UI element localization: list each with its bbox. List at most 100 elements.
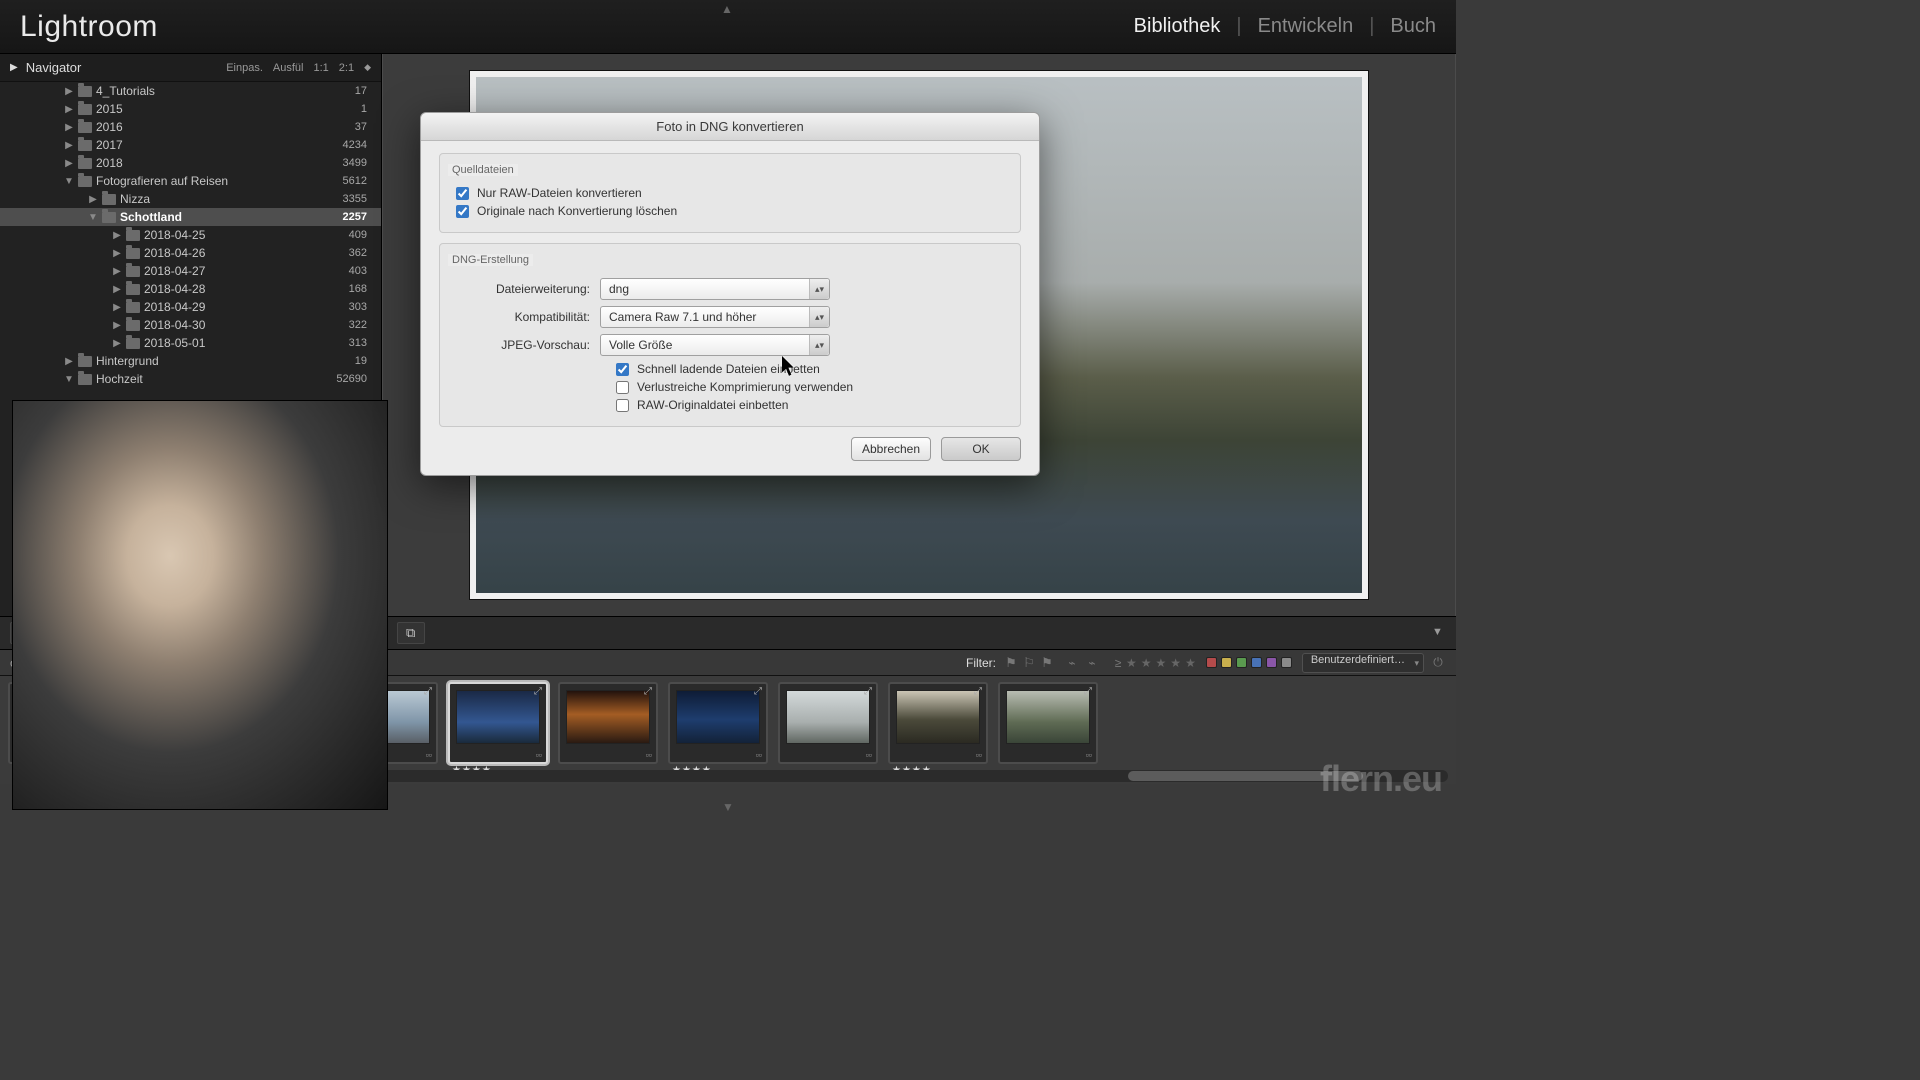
folder-row[interactable]: 20174234 — [0, 136, 381, 154]
nav-1to1[interactable]: 1:1 — [313, 62, 328, 74]
delete-originals-checkbox-row[interactable]: Originale nach Konvertierung löschen — [456, 204, 1010, 218]
folder-tree[interactable]: 4_Tutorials17201512016372017423420183499… — [0, 82, 381, 388]
module-library[interactable]: Bibliothek — [1134, 15, 1221, 38]
file-extension-select[interactable]: dng ▴▾ — [600, 278, 830, 300]
filmstrip-thumbnail[interactable]: ⤢▫▫ — [998, 682, 1098, 764]
filter-color-label[interactable] — [1206, 657, 1217, 668]
filter-color-label[interactable] — [1266, 657, 1277, 668]
filmstrip-thumbnail[interactable]: ⤢▫▫★★★★ — [448, 682, 548, 764]
filter-color-label[interactable] — [1221, 657, 1232, 668]
disclosure-triangle-icon[interactable] — [64, 374, 74, 385]
disclosure-triangle-icon[interactable] — [112, 338, 122, 349]
filter-flag-rejected[interactable]: ⚑ — [1040, 656, 1054, 670]
filter-switch-2[interactable]: ⌁ — [1084, 656, 1100, 670]
fast-load-checkbox[interactable] — [616, 363, 629, 376]
filter-flag-unflagged[interactable]: ⚐ — [1022, 656, 1036, 670]
embed-raw-label: RAW-Originaldatei einbetten — [637, 398, 788, 412]
fast-load-checkbox-row[interactable]: Schnell ladende Dateien einbetten — [616, 362, 1010, 376]
folder-row[interactable]: 4_Tutorials17 — [0, 82, 381, 100]
filmstrip-thumbnail[interactable]: ⤢▫▫ — [558, 682, 658, 764]
folder-row[interactable]: 201637 — [0, 118, 381, 136]
filter-star-5[interactable]: ★ — [1185, 656, 1196, 670]
filmstrip-thumbnail[interactable]: ⤢▫▫★★★★ — [668, 682, 768, 764]
embed-raw-checkbox[interactable] — [616, 399, 629, 412]
disclosure-triangle-icon[interactable] — [64, 158, 74, 169]
file-extension-value: dng — [609, 282, 629, 296]
filter-rating-op[interactable]: ≥ — [1110, 656, 1126, 670]
toolbar-disclosure-icon[interactable]: ▼ — [1432, 626, 1446, 640]
disclosure-triangle-icon[interactable] — [112, 248, 122, 259]
filmstrip-thumbnail[interactable]: ⤢▫▫ — [778, 682, 878, 764]
disclosure-triangle-icon[interactable] — [64, 122, 74, 133]
only-raw-checkbox[interactable] — [456, 187, 469, 200]
delete-originals-checkbox[interactable] — [456, 205, 469, 218]
fast-load-label: Schnell ladende Dateien einbetten — [637, 362, 820, 376]
disclosure-triangle-icon[interactable] — [112, 284, 122, 295]
filter-flags: ⚑ ⚐ ⚑ — [1004, 656, 1054, 670]
only-raw-checkbox-row[interactable]: Nur RAW-Dateien konvertieren — [456, 186, 1010, 200]
folder-row[interactable]: Fotografieren auf Reisen5612 — [0, 172, 381, 190]
folder-row[interactable]: 2018-04-26362 — [0, 244, 381, 262]
filter-switch-1[interactable]: ⌁ — [1064, 656, 1080, 670]
filter-star-1[interactable]: ★ — [1126, 656, 1137, 670]
collapse-bottom-icon[interactable]: ▼ — [722, 800, 734, 814]
navigator-header[interactable]: ▶ Navigator Einpas. Ausfül 1:1 2:1 ◆ — [0, 54, 381, 82]
updown-icon: ▴▾ — [809, 307, 829, 327]
folder-row[interactable]: Nizza3355 — [0, 190, 381, 208]
filter-color-label[interactable] — [1281, 657, 1292, 668]
filter-flag-picked[interactable]: ⚑ — [1004, 656, 1018, 670]
folder-row[interactable]: 2018-04-28168 — [0, 280, 381, 298]
nav-zoom-caret-icon[interactable]: ◆ — [364, 62, 371, 73]
folder-row[interactable]: 2018-04-25409 — [0, 226, 381, 244]
disclosure-triangle-icon[interactable] — [88, 212, 98, 223]
module-book[interactable]: Buch — [1390, 15, 1436, 38]
folder-icon — [78, 122, 92, 133]
ok-button[interactable]: OK — [941, 437, 1021, 461]
cancel-button[interactable]: Abbrechen — [851, 437, 931, 461]
disclosure-triangle-icon[interactable] — [64, 104, 74, 115]
filter-star-2[interactable]: ★ — [1141, 656, 1152, 670]
nav-fit[interactable]: Einpas. — [226, 62, 263, 74]
filter-lock-button[interactable]: ⏻ — [1430, 656, 1446, 670]
folder-row[interactable]: 20151 — [0, 100, 381, 118]
disclosure-triangle-icon[interactable] — [88, 194, 98, 205]
lossy-checkbox[interactable] — [616, 381, 629, 394]
disclosure-triangle-icon[interactable] — [64, 356, 74, 367]
folder-row[interactable]: Hintergrund19 — [0, 352, 381, 370]
navigator-disclosure-icon[interactable]: ▶ — [10, 62, 18, 73]
jpeg-preview-select[interactable]: Volle Größe ▴▾ — [600, 334, 830, 356]
disclosure-triangle-icon[interactable] — [112, 320, 122, 331]
filter-star-4[interactable]: ★ — [1170, 656, 1181, 670]
disclosure-triangle-icon[interactable] — [64, 140, 74, 151]
folder-row[interactable]: 2018-04-30322 — [0, 316, 381, 334]
disclosure-triangle-icon[interactable] — [64, 176, 74, 187]
folder-icon — [78, 356, 92, 367]
folder-row[interactable]: 20183499 — [0, 154, 381, 172]
lossy-checkbox-row[interactable]: Verlustreiche Komprimierung verwenden — [616, 380, 1010, 394]
filter-star-3[interactable]: ★ — [1156, 656, 1167, 670]
module-separator: | — [1236, 15, 1241, 38]
collapse-top-icon[interactable]: ▲ — [721, 2, 735, 10]
folder-row[interactable]: Hochzeit52690 — [0, 370, 381, 388]
nav-fill[interactable]: Ausfül — [273, 62, 304, 74]
filmstrip-thumbnail[interactable]: ⤢▫▫★★★★ — [888, 682, 988, 764]
compatibility-select[interactable]: Camera Raw 7.1 und höher ▴▾ — [600, 306, 830, 328]
folder-row[interactable]: 2018-04-27403 — [0, 262, 381, 280]
module-develop[interactable]: Entwickeln — [1258, 15, 1354, 38]
filter-color-label[interactable] — [1236, 657, 1247, 668]
filmstrip-scrollbar-handle[interactable] — [1128, 771, 1363, 781]
disclosure-triangle-icon[interactable] — [112, 230, 122, 241]
folder-row[interactable]: 2018-04-29303 — [0, 298, 381, 316]
nav-2to1[interactable]: 2:1 — [339, 62, 354, 74]
sync-button[interactable]: ⧉ — [397, 622, 425, 644]
folder-count: 303 — [349, 301, 371, 313]
filmstrip-scrollbar[interactable] — [380, 770, 1448, 782]
folder-row[interactable]: 2018-05-01313 — [0, 334, 381, 352]
filter-color-label[interactable] — [1251, 657, 1262, 668]
filter-preset-select[interactable]: Benutzerdefiniert… ▾ — [1302, 653, 1424, 673]
embed-raw-checkbox-row[interactable]: RAW-Originaldatei einbetten — [616, 398, 1010, 412]
disclosure-triangle-icon[interactable] — [112, 302, 122, 313]
disclosure-triangle-icon[interactable] — [112, 266, 122, 277]
folder-row[interactable]: Schottland2257 — [0, 208, 381, 226]
disclosure-triangle-icon[interactable] — [64, 86, 74, 97]
